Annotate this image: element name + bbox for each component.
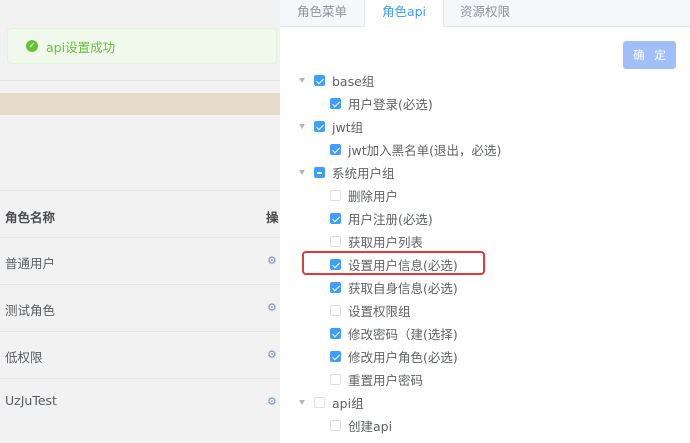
tree-checkbox[interactable] — [314, 75, 325, 86]
gear-icon[interactable]: ⚙ — [267, 348, 277, 361]
table-row: 普通用户 ⚙ — [0, 237, 280, 284]
tree-checkbox[interactable] — [330, 282, 341, 293]
tree-group-node[interactable]: 系统用户组 — [299, 161, 395, 184]
tree-node-label: jwt组 — [332, 120, 364, 135]
role-name-cell: UzJuTest — [5, 393, 57, 408]
background-divider — [0, 80, 280, 81]
tree-checkbox[interactable] — [330, 351, 341, 362]
role-name-cell: 普通用户 — [5, 256, 56, 271]
caret-down-icon[interactable] — [299, 78, 305, 83]
table-header-row: 角色名称 操 — [0, 190, 280, 237]
toast-message: api设置成功 — [46, 39, 116, 55]
success-toast: ✓ api设置成功 — [7, 28, 277, 64]
tree-checkbox[interactable] — [330, 213, 341, 224]
tree-group-node[interactable]: api组 — [299, 391, 364, 414]
gear-icon[interactable]: ⚙ — [267, 301, 277, 314]
tree-node-label: 修改密码（建(选择) — [348, 327, 458, 342]
tree-node-label: 设置用户信息(必选) — [348, 258, 458, 273]
tree-checkbox[interactable] — [330, 259, 341, 270]
role-name-cell: 低权限 — [5, 350, 43, 365]
role-name-cell: 测试角色 — [5, 303, 56, 318]
tree-node-label: 获取用户列表 — [348, 235, 424, 250]
tree-node-label: 用户登录(必选) — [348, 97, 433, 112]
tree-leaf-node[interactable]: 修改用户角色(必选) — [330, 345, 458, 368]
tree-node-label: 系统用户组 — [332, 166, 395, 181]
tree-leaf-node[interactable]: 获取自身信息(必选) — [330, 276, 458, 299]
check-circle-icon: ✓ — [26, 40, 38, 52]
tree-node-label: 修改用户角色(必选) — [348, 350, 458, 365]
caret-down-icon[interactable] — [299, 124, 305, 129]
gear-icon[interactable]: ⚙ — [267, 395, 277, 408]
tab-role-api[interactable]: 角色api — [364, 0, 444, 27]
tab-resource-permissions[interactable]: 资源权限 — [443, 0, 527, 26]
caret-down-icon[interactable] — [299, 400, 305, 405]
tree-checkbox[interactable] — [330, 374, 341, 385]
tree-group-node[interactable]: base组 — [299, 69, 374, 92]
column-header-operations: 操 — [266, 210, 279, 225]
tab-bar: 角色菜单 角色api 资源权限 — [280, 0, 690, 27]
background-page: 角色名称 操 普通用户 ⚙ 测试角色 ⚙ 低权限 ⚙ UzJuTest ⚙ — [0, 0, 280, 443]
tree-checkbox[interactable] — [314, 397, 325, 408]
tree-node-label: 重置用户密码 — [348, 373, 424, 388]
tree-checkbox[interactable] — [330, 190, 341, 201]
tree-leaf-node[interactable]: 用户注册(必选) — [330, 207, 433, 230]
tree-node-label: 创建api — [348, 419, 393, 434]
tab-role-menu[interactable]: 角色菜单 — [280, 0, 364, 26]
tree-node-label: jwt加入黑名单(退出，必选) — [348, 143, 502, 158]
tree-checkbox[interactable] — [314, 167, 325, 178]
background-stripe — [0, 93, 280, 115]
tree-checkbox[interactable] — [330, 144, 341, 155]
tree-node-label: 用户注册(必选) — [348, 212, 433, 227]
table-row: 低权限 ⚙ — [0, 331, 280, 378]
tree-node-label: base组 — [332, 74, 375, 89]
tree-group-node[interactable]: jwt组 — [299, 115, 363, 138]
gear-icon[interactable]: ⚙ — [267, 254, 277, 267]
column-header-role-name: 角色名称 — [5, 210, 56, 225]
tree-leaf-node[interactable]: 重置用户密码 — [330, 368, 423, 391]
tree-checkbox[interactable] — [330, 328, 341, 339]
tree-leaf-node[interactable]: 用户登录(必选) — [330, 92, 433, 115]
tree-checkbox[interactable] — [330, 305, 341, 316]
tree-checkbox[interactable] — [330, 420, 341, 431]
role-permission-drawer: 角色菜单 角色api 资源权限 确 定 base组用户登录(必选) jwt组 jwt… — [280, 0, 690, 443]
tree-leaf-node[interactable]: 获取用户列表 — [330, 230, 423, 253]
tree-node-label: api组 — [332, 396, 364, 411]
tree-leaf-node[interactable]: 设置用户信息(必选) — [330, 253, 458, 276]
tree-leaf-node[interactable]: 删除用户 — [330, 184, 398, 207]
caret-down-icon[interactable] — [299, 170, 305, 175]
table-row: UzJuTest ⚙ — [0, 378, 280, 425]
tree-leaf-node[interactable]: 设置权限组 — [330, 299, 411, 322]
confirm-button[interactable]: 确 定 — [623, 41, 676, 69]
table-row: 测试角色 ⚙ — [0, 284, 280, 331]
tree-node-label: 删除用户 — [348, 189, 399, 204]
tree-leaf-node[interactable]: 创建api — [330, 414, 392, 437]
tree-leaf-node[interactable]: 修改密码（建(选择) — [330, 322, 458, 345]
tree-leaf-node[interactable]: jwt加入黑名单(退出，必选) — [330, 138, 501, 161]
tree-node-label: 设置权限组 — [348, 304, 411, 319]
tree-checkbox[interactable] — [330, 98, 341, 109]
tree-node-label: 获取自身信息(必选) — [348, 281, 458, 296]
tree-checkbox[interactable] — [330, 236, 341, 247]
tree-checkbox[interactable] — [314, 121, 325, 132]
